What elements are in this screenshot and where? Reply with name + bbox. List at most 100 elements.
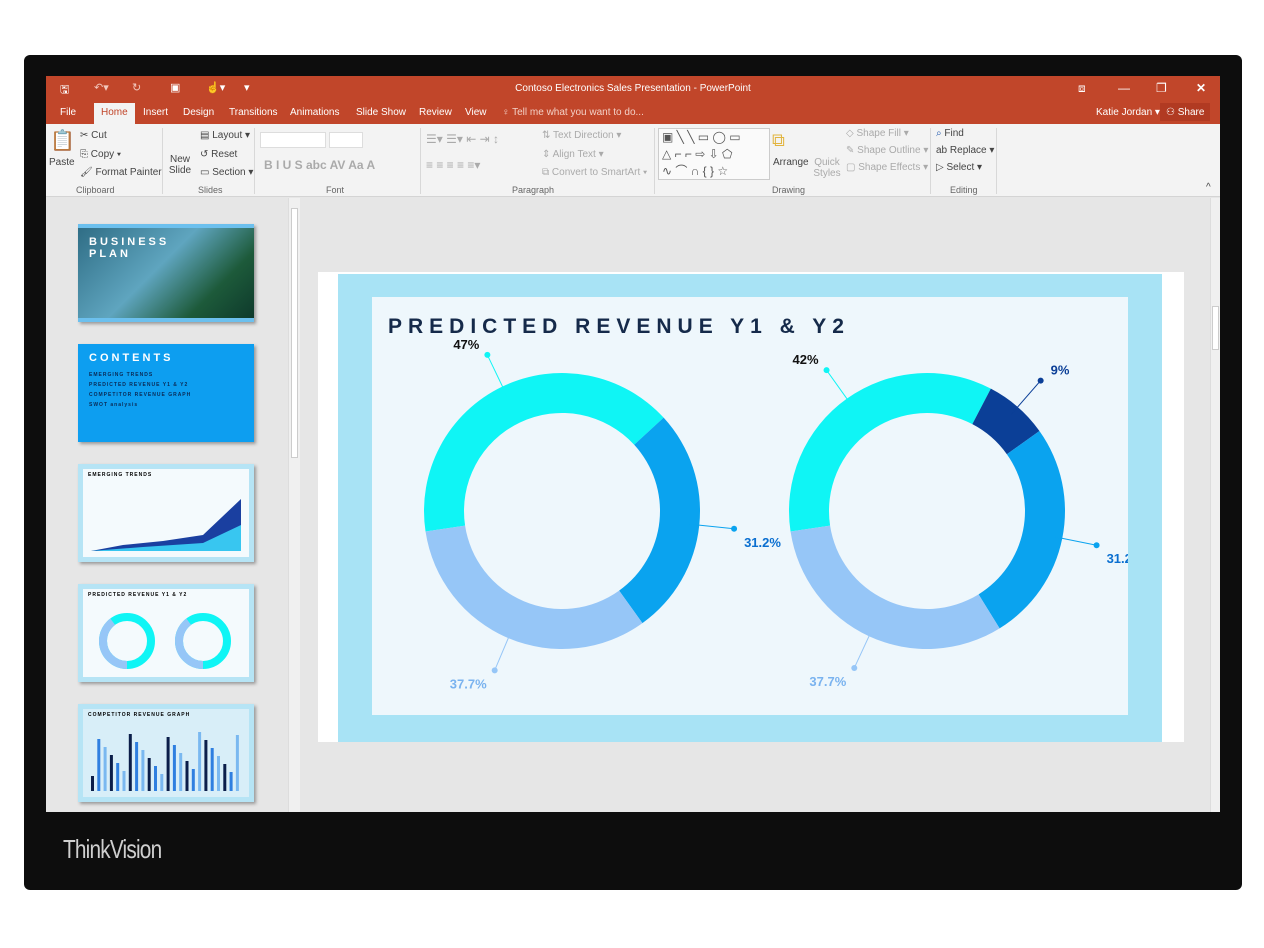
ribbon-tabs: File Home Insert Design Transitions Anim… [46,100,1220,124]
divider [162,128,163,194]
replace-button[interactable]: ab Replace ▾ [936,145,994,156]
thumb-contents-list: EMERGING TRENDS PREDICTED REVENUE Y1 & Y2… [89,370,191,410]
window-title: Contoso Electronics Sales Presentation -… [515,83,751,94]
slide-thumbnail-4[interactable]: PREDICTED REVENUE Y1 & Y2 [78,584,254,682]
tab-slide-show[interactable]: Slide Show [356,107,406,118]
find-button[interactable]: ⌕ Find [936,128,964,139]
arrange-button[interactable]: Arrange [773,157,809,168]
thumb-bar [210,748,214,791]
tab-file[interactable]: File [60,107,76,118]
restore-icon[interactable]: ❐ [1156,81,1167,95]
format-painter-button[interactable]: 🖌 Format Painter [80,167,162,178]
section-button[interactable]: ▭ Section ▾ [200,167,253,178]
tab-home[interactable]: Home [94,103,135,124]
copy-button[interactable]: ⎘ Copy ▾ [80,149,121,160]
leader-line [826,369,854,408]
cursor-icon: ▷ [936,162,947,173]
slide-thumbnail-pane: BUSINESS PLAN CONTENTS EMERGING TRENDS PR… [46,198,300,812]
divider [996,128,997,194]
minimize-icon[interactable]: — [1118,81,1130,95]
reset-button[interactable]: ↺ Reset [200,149,237,160]
shape-outline-label: Shape Outline [857,145,921,156]
pencil-icon: ✎ [846,145,858,156]
leader-dot [731,525,738,532]
thinkvision-logo: ThinkVision [63,834,162,864]
select-label: Select [946,162,975,173]
tab-insert[interactable]: Insert [143,107,168,118]
scrollbar-thumb[interactable] [1212,306,1219,350]
font-size-box[interactable] [329,132,363,148]
thumb-bar [91,776,94,791]
shape-fill-button[interactable]: ◇ Shape Fill ▾ [846,128,909,139]
thumb-bar [191,769,195,791]
collapse-ribbon-icon[interactable]: ^ [1206,182,1211,193]
cut-button[interactable]: ✂ Cut [80,130,107,141]
account-button[interactable]: Katie Jordan ▾ [1096,107,1160,118]
donut-label: 31.2% [1107,551,1128,566]
tell-me-text: Tell me what you want to do... [512,107,644,118]
divider [254,128,255,194]
tab-view[interactable]: View [465,107,487,118]
slide-thumbnail-2[interactable]: CONTENTS EMERGING TRENDS PREDICTED REVENU… [78,344,254,442]
align-buttons[interactable]: ≡ ≡ ≡ ≡ ≡▾ [426,158,480,172]
paste-icon[interactable]: 📋 [50,128,75,153]
divider [654,128,655,194]
share-icon: ⚇ [1166,107,1178,118]
tell-me-search[interactable]: ♀ Tell me what you want to do... [502,107,644,118]
leader-dot [484,351,491,358]
group-label-drawing: Drawing [772,185,806,195]
slide-thumbnail-5[interactable]: COMPETITOR REVENUE GRAPH [78,704,254,802]
thumb-body: EMERGING TRENDS [83,469,249,557]
thumb-bar [160,774,164,791]
tab-transitions[interactable]: Transitions [229,107,278,118]
replace-icon: ab [936,145,950,156]
share-button[interactable]: ⚇ Share [1160,103,1211,121]
donut-segment [978,431,1065,629]
ribbon-display-icon[interactable]: ⧈ [1078,81,1086,96]
quick-styles-button[interactable]: Quick Styles [812,157,842,179]
thumb-title: CONTENTS [89,352,174,364]
select-button[interactable]: ▷ Select ▾ [936,162,982,173]
title-bar: 🖫 ↶▾ ↻ ▣ ☝▾ ▾ Contoso Electronics Sales … [46,76,1220,100]
slide-scrollbar[interactable] [1210,198,1220,812]
scrollbar-thumb[interactable] [291,208,298,458]
leader-dot [851,664,858,671]
thumb-bar [229,772,233,791]
divider [420,128,421,194]
thumb-bar [147,758,151,791]
donut-thumbnail [99,613,231,669]
text-direction-button[interactable]: ⇅ Text Direction ▾ [542,130,621,141]
slide-thumbnail-1[interactable]: BUSINESS PLAN [78,224,254,322]
donut-segment [790,525,1000,649]
tab-design[interactable]: Design [183,107,214,118]
slide-thumbnail-3[interactable]: EMERGING TRENDS [78,464,254,562]
font-name-box[interactable] [260,132,326,148]
leader-dot [823,367,830,374]
convert-smartart-button[interactable]: ⧉ Convert to SmartArt ▾ [542,167,647,178]
thumb-body: PREDICTED REVENUE Y1 & Y2 [83,589,249,677]
find-label: Find [944,128,964,139]
donut-segment [619,417,700,624]
close-icon[interactable]: ✕ [1196,81,1206,95]
new-slide-button[interactable]: New Slide [168,154,192,176]
thumbnail-scrollbar[interactable] [288,198,300,812]
tab-review[interactable]: Review [419,107,452,118]
align-text-button[interactable]: ⇕ Align Text ▾ [542,149,604,160]
list-buttons[interactable]: ☰▾ ☰▾ ⇤ ⇥ ↕ [426,132,499,146]
donut-label: 37.7% [450,676,487,691]
paste-button[interactable]: Paste [49,157,75,168]
layout-button[interactable]: ▤ Layout ▾ [200,130,250,141]
smartart-icon: ⧉ [542,167,552,178]
thumb-contents-item: COMPETITOR REVENUE GRAPH [89,392,192,398]
tab-animations[interactable]: Animations [290,107,339,118]
group-label-font: Font [326,185,345,195]
shape-effects-label: Shape Effects [858,162,921,173]
lightbulb-icon: ♀ [502,107,513,118]
shapes-gallery[interactable]: ▣ ╲ ╲ ▭ ◯ ▭ △ ⌐ ⌐ ⇨ ⇩ ⬠ ∿ ⌒ ∩ { } ☆ [658,128,770,180]
shape-outline-button[interactable]: ✎ Shape Outline ▾ [846,145,928,156]
reset-icon: ↺ [200,149,212,160]
align-text-label: Align Text [552,149,596,160]
shape-effects-button[interactable]: ▢ Shape Effects ▾ [846,162,928,173]
current-slide[interactable]: PREDICTED REVENUE Y1 & Y2 47% 31.2% 37.7% 4… [318,272,1184,742]
font-format-buttons[interactable]: B I U S abc AV Aa A [264,158,375,172]
